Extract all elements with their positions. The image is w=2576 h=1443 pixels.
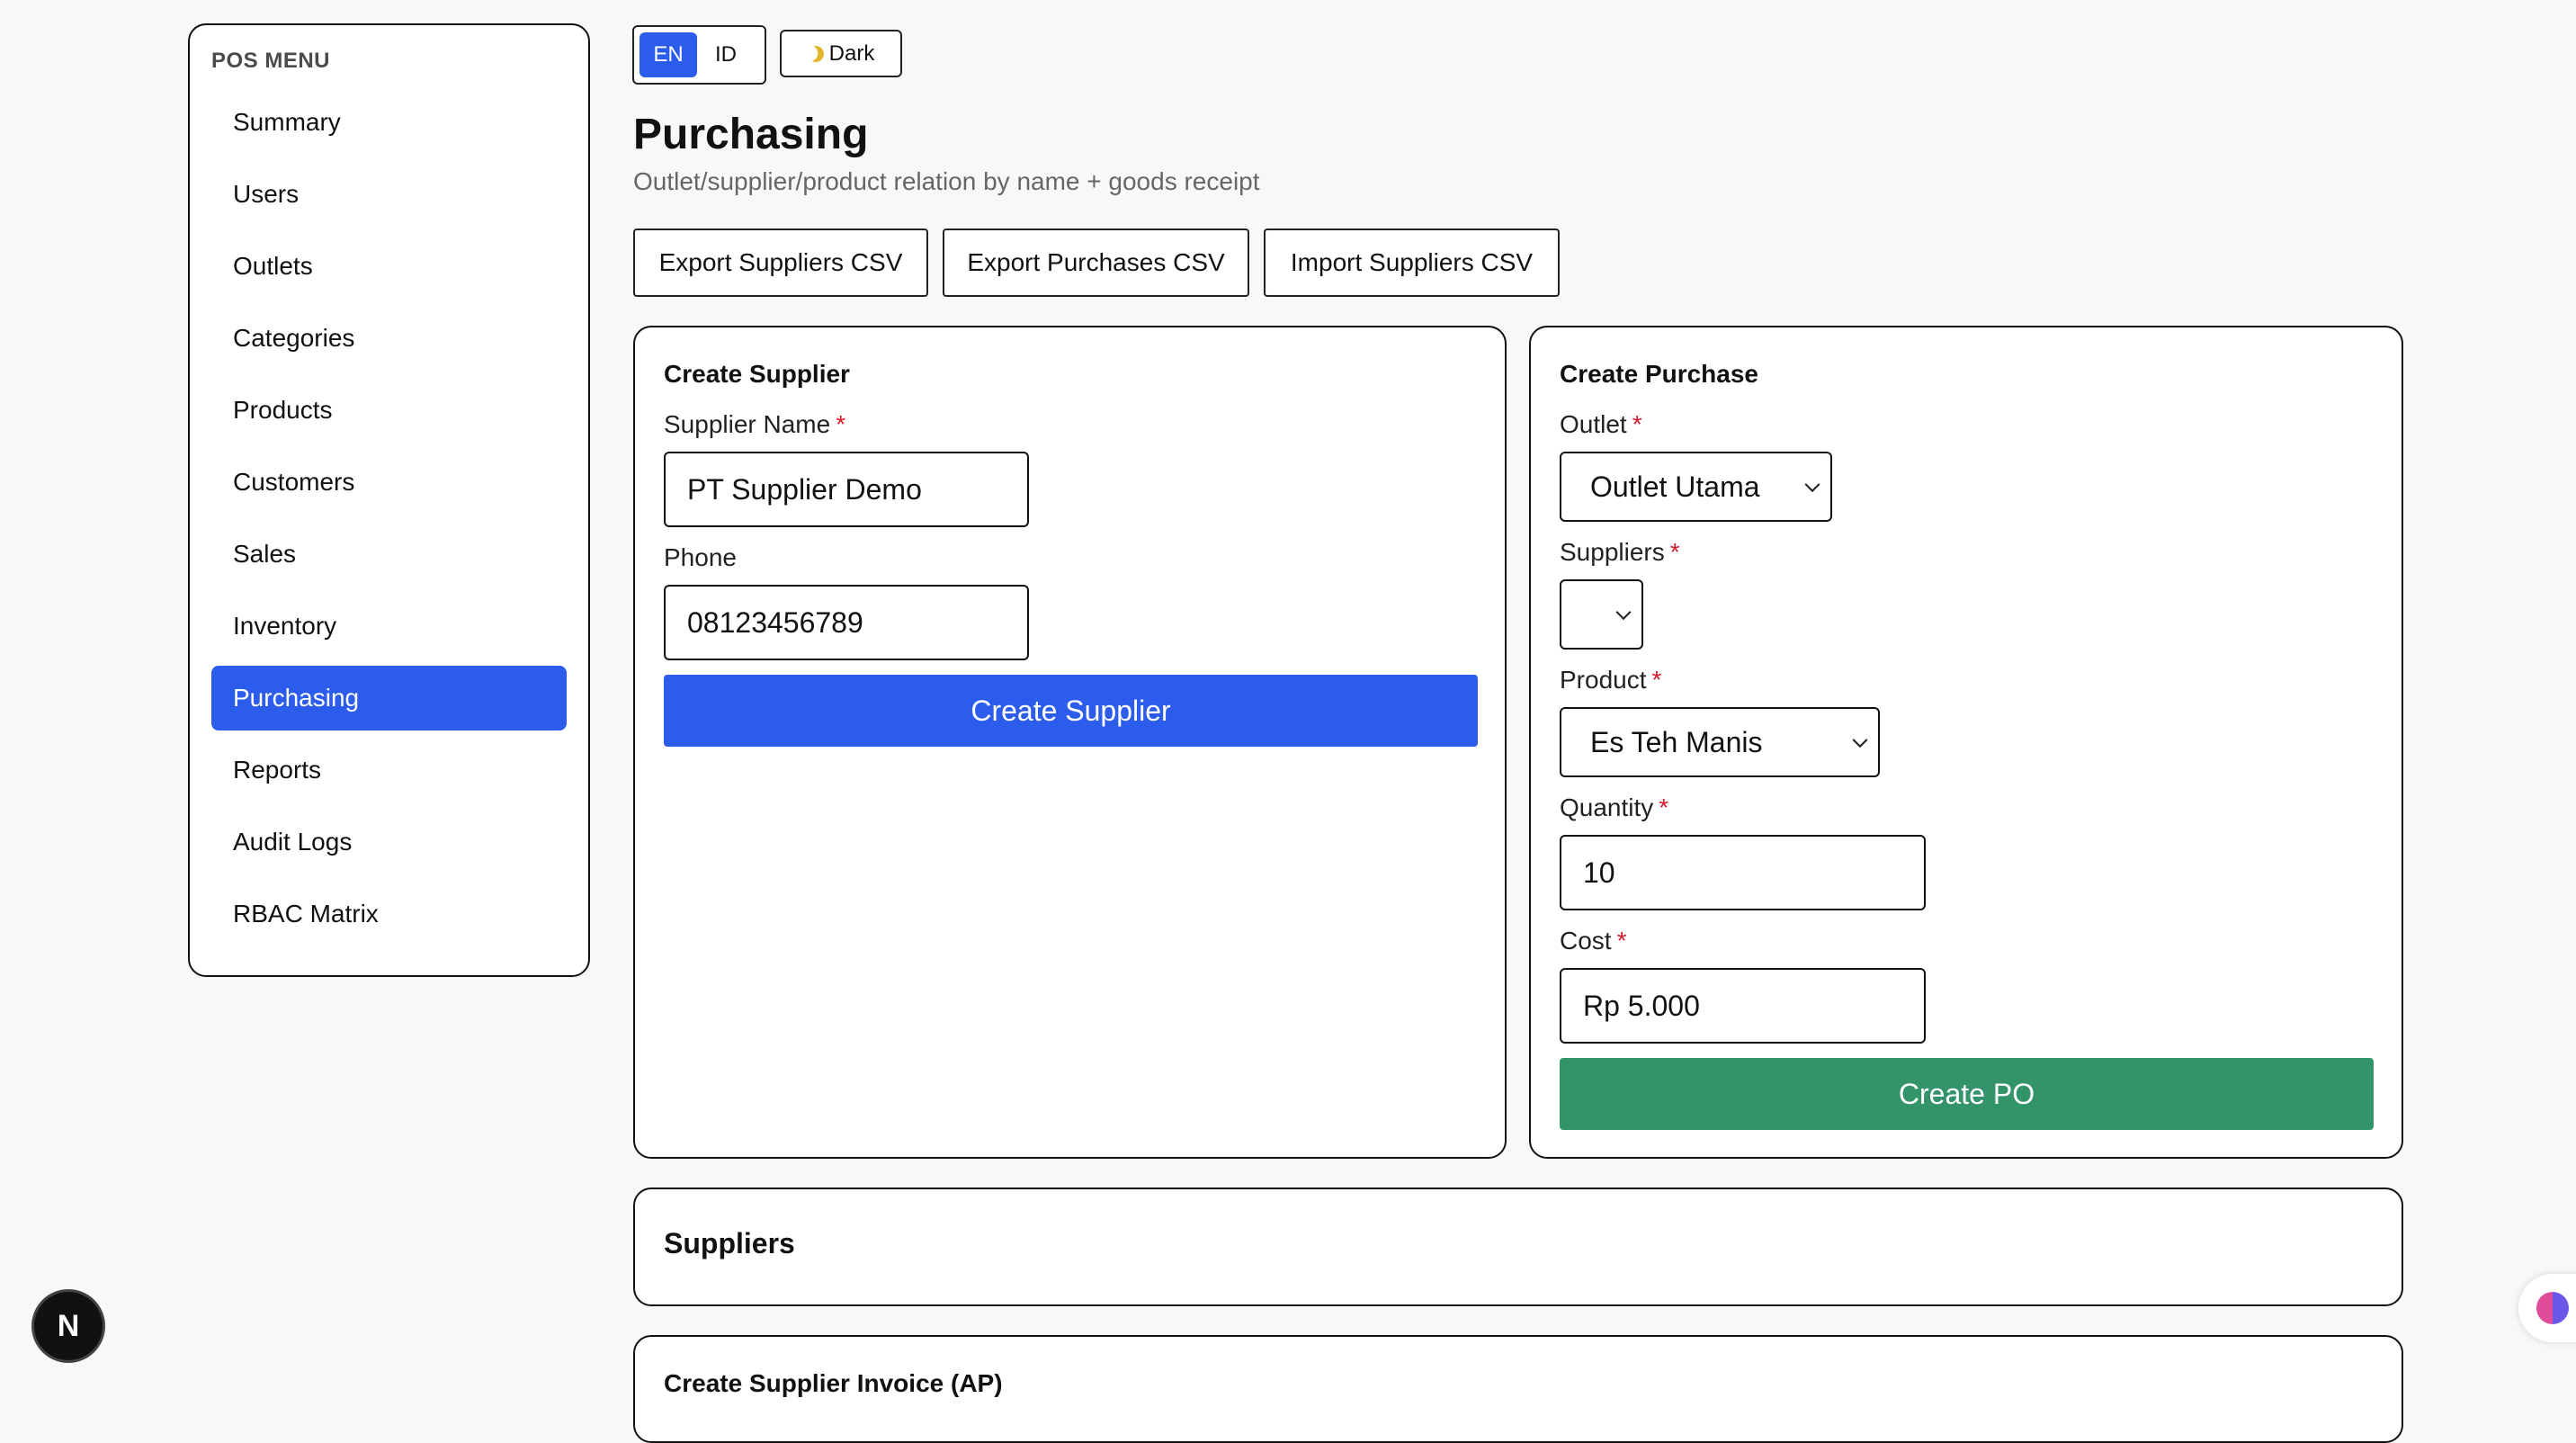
- dark-mode-label: Dark: [828, 40, 875, 66]
- sidebar-item-purchasing[interactable]: Purchasing: [211, 666, 567, 730]
- lang-id-button[interactable]: ID: [697, 32, 755, 77]
- nextjs-badge[interactable]: N: [34, 1292, 103, 1360]
- suppliers-label: Suppliers *: [1560, 538, 1680, 567]
- export-suppliers-csv-button[interactable]: Export Suppliers CSV: [633, 229, 928, 297]
- outlet-select[interactable]: Outlet Utama: [1560, 452, 1832, 522]
- chevron-down-icon: [1615, 605, 1632, 621]
- outlet-select-value: Outlet Utama: [1590, 470, 1760, 503]
- sidebar-item-sales[interactable]: Sales: [211, 522, 567, 587]
- product-label-text: Product: [1560, 666, 1647, 694]
- supplier-name-input[interactable]: [664, 452, 1029, 527]
- supplier-name-label: Supplier Name *: [664, 410, 845, 439]
- sidebar-item-products[interactable]: Products: [211, 378, 567, 443]
- supplier-invoice-title: Create Supplier Invoice (AP): [664, 1369, 1003, 1397]
- page-title: Purchasing: [633, 111, 869, 158]
- sidebar: POS MENU Summary Users Outlets Categorie…: [188, 23, 590, 977]
- suppliers-label-text: Suppliers: [1560, 538, 1665, 566]
- language-toggle: EN ID: [632, 25, 766, 85]
- export-purchases-csv-button[interactable]: Export Purchases CSV: [943, 229, 1249, 297]
- supplier-invoice-card: Create Supplier Invoice (AP): [633, 1335, 2403, 1443]
- lang-en-button[interactable]: EN: [640, 32, 697, 77]
- page-subtitle: Outlet/supplier/product relation by name…: [633, 167, 1260, 195]
- phone-input[interactable]: [664, 585, 1029, 660]
- cost-label: Cost *: [1560, 927, 1626, 955]
- product-select[interactable]: Es Teh Manis: [1560, 707, 1880, 777]
- create-supplier-button[interactable]: Create Supplier: [664, 675, 1478, 747]
- dark-mode-button[interactable]: Dark: [780, 30, 902, 77]
- create-po-button[interactable]: Create PO: [1560, 1058, 2374, 1130]
- required-marker: *: [1669, 538, 1680, 566]
- quantity-label: Quantity *: [1560, 793, 1668, 822]
- cost-input[interactable]: [1560, 968, 1926, 1044]
- sidebar-item-outlets[interactable]: Outlets: [211, 234, 567, 299]
- chevron-down-icon: [1852, 732, 1868, 748]
- product-select-value: Es Teh Manis: [1590, 725, 1763, 758]
- quantity-input[interactable]: [1560, 835, 1926, 910]
- sidebar-item-users[interactable]: Users: [211, 162, 567, 227]
- suppliers-card: Suppliers: [633, 1188, 2403, 1306]
- required-marker: *: [1651, 666, 1662, 694]
- sidebar-title: POS MENU: [211, 49, 331, 73]
- required-marker: *: [836, 410, 846, 438]
- sidebar-item-audit-logs[interactable]: Audit Logs: [211, 810, 567, 874]
- chevron-down-icon: [1804, 477, 1820, 493]
- outlet-label-text: Outlet: [1560, 410, 1627, 438]
- product-label: Product *: [1560, 666, 1661, 695]
- required-marker: *: [1616, 927, 1627, 955]
- suppliers-select[interactable]: [1560, 579, 1643, 650]
- phone-label: Phone: [664, 543, 737, 571]
- sidebar-item-summary[interactable]: Summary: [211, 90, 567, 155]
- brain-icon: [2536, 1292, 2569, 1324]
- quantity-label-text: Quantity: [1560, 793, 1654, 821]
- create-purchase-card: Create Purchase Outlet * Outlet Utama Sup…: [1529, 326, 2403, 1159]
- sidebar-item-reports[interactable]: Reports: [211, 738, 567, 802]
- import-suppliers-csv-button[interactable]: Import Suppliers CSV: [1264, 229, 1560, 297]
- required-marker: *: [1632, 410, 1642, 438]
- outlet-label: Outlet *: [1560, 410, 1642, 439]
- sidebar-item-customers[interactable]: Customers: [211, 450, 567, 515]
- cost-label-text: Cost: [1560, 927, 1612, 955]
- sidebar-item-rbac-matrix[interactable]: RBAC Matrix: [211, 882, 567, 946]
- sidebar-item-categories[interactable]: Categories: [211, 306, 567, 371]
- create-supplier-title: Create Supplier: [664, 360, 850, 388]
- create-supplier-card: Create Supplier Supplier Name* Phone Cre…: [633, 326, 1507, 1159]
- suppliers-title: Suppliers: [664, 1227, 795, 1259]
- sidebar-item-inventory[interactable]: Inventory: [211, 594, 567, 659]
- moon-icon: [805, 43, 826, 64]
- required-marker: *: [1659, 793, 1669, 821]
- create-purchase-title: Create Purchase: [1560, 360, 1759, 388]
- supplier-name-label-text: Supplier Name: [664, 410, 831, 438]
- assistant-widget[interactable]: [2518, 1274, 2576, 1342]
